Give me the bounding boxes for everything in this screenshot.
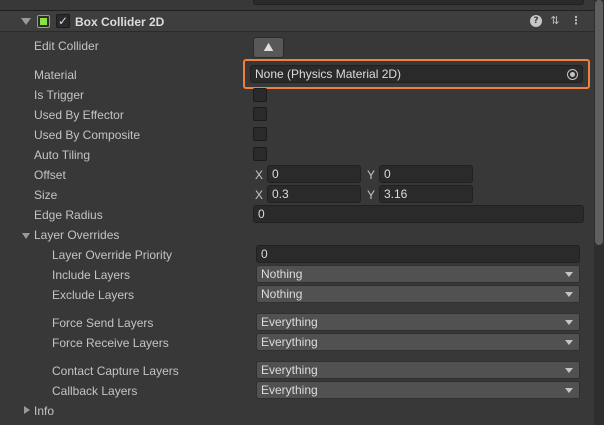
inspector-panel: ✓ Box Collider 2D ? ⇅ ⋮ Edit Collider ⛰ … bbox=[0, 0, 604, 425]
force-receive-layers-dropdown[interactable]: Everything bbox=[256, 333, 580, 351]
size-x-label: X bbox=[255, 188, 264, 202]
auto-tiling-checkbox[interactable] bbox=[253, 147, 267, 161]
material-value: None (Physics Material 2D) bbox=[255, 67, 402, 81]
presets-icon[interactable]: ⇅ bbox=[548, 14, 562, 28]
context-menu-icon[interactable]: ⋮ bbox=[569, 14, 583, 28]
offset-x-label: X bbox=[255, 168, 264, 182]
offset-label: Offset bbox=[34, 168, 66, 182]
dropdown-arrow-icon bbox=[565, 292, 573, 297]
layer-override-priority-label: Layer Override Priority bbox=[52, 248, 173, 262]
edit-collider-button[interactable]: ⛰ bbox=[253, 37, 284, 58]
used-by-composite-label: Used By Composite bbox=[34, 128, 141, 142]
dropdown-arrow-icon bbox=[565, 388, 573, 393]
force-receive-layers-label: Force Receive Layers bbox=[52, 336, 169, 350]
edit-collider-label: Edit Collider bbox=[34, 39, 99, 53]
exclude-layers-label: Exclude Layers bbox=[52, 288, 135, 302]
offset-y-field[interactable]: 0 bbox=[379, 165, 473, 183]
edge-radius-field[interactable]: 0 bbox=[253, 205, 584, 223]
auto-tiling-label: Auto Tiling bbox=[34, 148, 91, 162]
size-y-label: Y bbox=[367, 188, 376, 202]
box-collider-2d-icon bbox=[37, 15, 50, 28]
contact-capture-layers-label: Contact Capture Layers bbox=[52, 364, 179, 378]
layer-overrides-label[interactable]: Layer Overrides bbox=[34, 228, 119, 242]
offset-x-field[interactable]: 0 bbox=[267, 165, 361, 183]
foldout-expanded-icon[interactable] bbox=[21, 18, 31, 25]
include-layers-value: Nothing bbox=[261, 267, 303, 281]
component-title: Box Collider 2D bbox=[75, 15, 165, 29]
callback-layers-dropdown[interactable]: Everything bbox=[256, 381, 580, 399]
previous-field bbox=[253, 0, 584, 5]
is-trigger-checkbox[interactable] bbox=[253, 88, 267, 102]
layer-overrides-foldout-icon[interactable] bbox=[22, 233, 30, 239]
dropdown-arrow-icon bbox=[565, 368, 573, 373]
edit-collider-icon: ⛰ bbox=[263, 40, 274, 54]
material-object-field[interactable]: None (Physics Material 2D) bbox=[250, 65, 583, 83]
dropdown-arrow-icon bbox=[565, 272, 573, 277]
object-picker-icon[interactable] bbox=[567, 69, 578, 80]
info-label[interactable]: Info bbox=[34, 404, 54, 418]
used-by-effector-checkbox[interactable] bbox=[253, 107, 267, 121]
contact-capture-layers-value: Everything bbox=[261, 363, 318, 377]
force-send-layers-value: Everything bbox=[261, 315, 318, 329]
force-send-layers-dropdown[interactable]: Everything bbox=[256, 313, 580, 331]
layer-override-priority-field[interactable]: 0 bbox=[256, 245, 580, 263]
exclude-layers-dropdown[interactable]: Nothing bbox=[256, 285, 580, 303]
used-by-composite-checkbox[interactable] bbox=[253, 127, 267, 141]
dropdown-arrow-icon bbox=[565, 340, 573, 345]
component-header[interactable]: ✓ Box Collider 2D ? ⇅ ⋮ bbox=[0, 10, 594, 32]
force-receive-layers-value: Everything bbox=[261, 335, 318, 349]
scrollbar-thumb[interactable] bbox=[595, 0, 603, 245]
checkmark-icon: ✓ bbox=[57, 14, 69, 28]
size-x-field[interactable]: 0.3 bbox=[267, 185, 361, 203]
callback-layers-label: Callback Layers bbox=[52, 384, 138, 398]
used-by-effector-label: Used By Effector bbox=[34, 108, 124, 122]
edge-radius-label: Edge Radius bbox=[34, 208, 103, 222]
offset-y-label: Y bbox=[367, 168, 376, 182]
include-layers-label: Include Layers bbox=[52, 268, 131, 282]
exclude-layers-value: Nothing bbox=[261, 287, 303, 301]
component-enabled-checkbox[interactable]: ✓ bbox=[56, 14, 70, 28]
force-send-layers-label: Force Send Layers bbox=[52, 316, 154, 330]
include-layers-dropdown[interactable]: Nothing bbox=[256, 265, 580, 283]
dropdown-arrow-icon bbox=[565, 320, 573, 325]
material-label: Material bbox=[34, 68, 77, 82]
help-icon[interactable]: ? bbox=[529, 14, 543, 28]
size-y-field[interactable]: 3.16 bbox=[379, 185, 473, 203]
info-foldout-icon[interactable] bbox=[24, 406, 30, 414]
size-label: Size bbox=[34, 188, 58, 202]
is-trigger-label: Is Trigger bbox=[34, 88, 85, 102]
contact-capture-layers-dropdown[interactable]: Everything bbox=[256, 361, 580, 379]
callback-layers-value: Everything bbox=[261, 383, 318, 397]
